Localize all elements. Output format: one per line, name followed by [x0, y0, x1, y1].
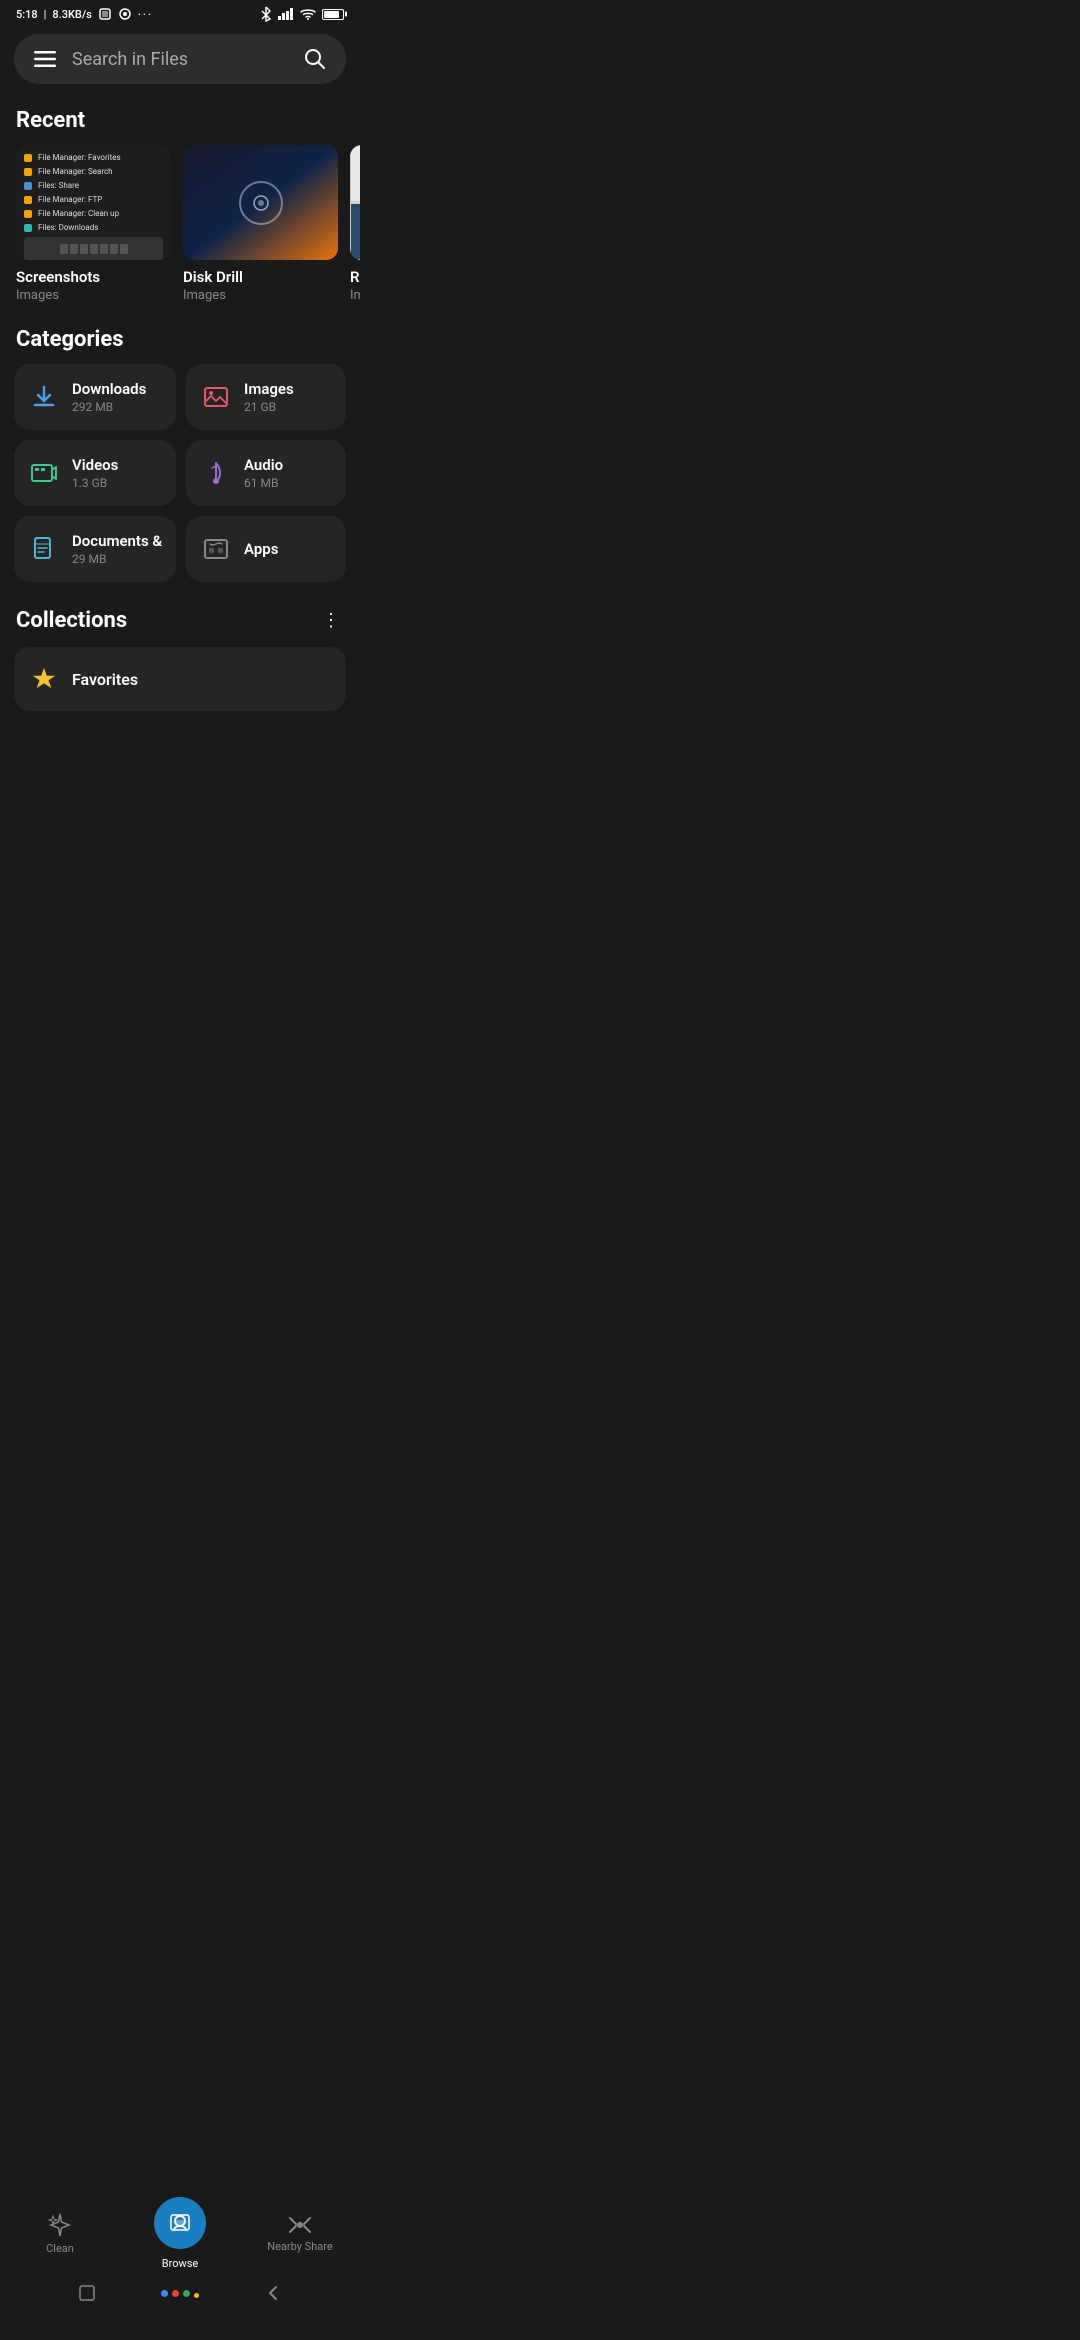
recent-title-diskdrill: Disk Drill: [183, 268, 338, 286]
recent-title-screenshots: Screenshots: [16, 268, 171, 286]
category-documents-name: Documents & others: [72, 532, 162, 550]
nav-browse[interactable]: Browse: [120, 2197, 240, 2270]
status-network: |: [44, 8, 47, 21]
recent-header: Recent: [0, 100, 360, 145]
nav-nearby[interactable]: Nearby Share: [240, 2214, 360, 2253]
recent-title-rstudio: RStudio: [350, 268, 360, 286]
recent-subtitle-screenshots: Images: [16, 288, 171, 303]
category-images-name: Images: [244, 380, 294, 398]
android-nav: [0, 2278, 360, 2310]
nav-clean-label: Clean: [46, 2242, 74, 2255]
audio-icon: [200, 457, 232, 489]
categories-grid: Downloads 292 MB Images 21 GB: [0, 364, 360, 598]
collection-favorites-name: Favorites: [72, 670, 138, 689]
recent-item-diskdrill[interactable]: Disk Drill Images: [183, 145, 338, 303]
category-images[interactable]: Images 21 GB: [186, 364, 346, 430]
search-bar[interactable]: Search in Files: [14, 34, 346, 84]
category-documents-size: 29 MB: [72, 552, 162, 566]
recent-subtitle-rstudio: Images: [350, 288, 360, 303]
signal-icon: [278, 8, 294, 20]
collections-title: Collections: [16, 608, 127, 633]
download-icon: [28, 381, 60, 413]
category-audio-name: Audio: [244, 456, 283, 474]
category-downloads-size: 292 MB: [72, 400, 146, 414]
collections-menu-button[interactable]: ⋮: [318, 606, 344, 635]
category-audio-size: 61 MB: [244, 476, 283, 490]
recent-thumb-rstudio: [350, 145, 360, 260]
category-apps[interactable]: Apps: [186, 516, 346, 582]
record-icon: [118, 7, 132, 21]
document-icon: [28, 533, 60, 565]
nav-browse-label: Browse: [162, 2257, 199, 2270]
recent-scroll: File Manager: Favorites File Manager: Se…: [0, 145, 360, 319]
android-back[interactable]: [264, 2284, 282, 2302]
category-videos-size: 1.3 GB: [72, 476, 118, 490]
recent-item-screenshots[interactable]: File Manager: Favorites File Manager: Se…: [16, 145, 171, 303]
menu-icon[interactable]: [34, 51, 56, 67]
status-bar: 5:18 | 8.3KB/s ···: [0, 0, 360, 26]
nearby-icon: [286, 2214, 314, 2236]
apps-icon: [200, 533, 232, 565]
status-right: [260, 6, 344, 22]
cube-icon: [98, 7, 112, 21]
category-documents[interactable]: Documents & others 29 MB: [14, 516, 176, 582]
android-home[interactable]: [171, 2284, 189, 2302]
nav-clean[interactable]: Clean: [0, 2212, 120, 2255]
nav-nearby-label: Nearby Share: [267, 2240, 332, 2253]
bottom-nav: Clean Browse Nearby Share: [0, 2185, 360, 2340]
video-icon: [28, 457, 60, 489]
status-time: 5:18: [16, 8, 38, 21]
recent-item-rstudio[interactable]: RStudio Images: [350, 145, 360, 303]
sparkle-icon: [47, 2212, 73, 2238]
category-downloads[interactable]: Downloads 292 MB: [14, 364, 176, 430]
browse-icon: [167, 2210, 193, 2236]
status-data-speed: 8.3KB/s: [52, 8, 91, 21]
category-apps-name: Apps: [244, 540, 278, 558]
category-videos-name: Videos: [72, 456, 118, 474]
status-left: 5:18 | 8.3KB/s ···: [16, 7, 153, 21]
categories-header: Categories: [0, 319, 360, 364]
android-recents[interactable]: [78, 2284, 96, 2302]
category-downloads-name: Downloads: [72, 380, 146, 398]
collections-header: Collections ⋮: [0, 598, 360, 647]
category-audio[interactable]: Audio 61 MB: [186, 440, 346, 506]
wifi-icon: [300, 8, 316, 20]
star-icon: [30, 665, 58, 693]
collection-favorites[interactable]: Favorites: [14, 647, 346, 711]
recent-thumb-diskdrill: [183, 145, 338, 260]
search-icon[interactable]: [304, 48, 326, 70]
search-placeholder: Search in Files: [72, 49, 188, 70]
category-images-size: 21 GB: [244, 400, 294, 414]
status-dots: ···: [138, 8, 153, 21]
recent-subtitle-diskdrill: Images: [183, 288, 338, 303]
recent-thumb-screenshots: File Manager: Favorites File Manager: Se…: [16, 145, 171, 260]
image-icon: [200, 381, 232, 413]
category-videos[interactable]: Videos 1.3 GB: [14, 440, 176, 506]
bluetooth-icon: [260, 6, 272, 22]
battery-icon: [322, 9, 344, 20]
